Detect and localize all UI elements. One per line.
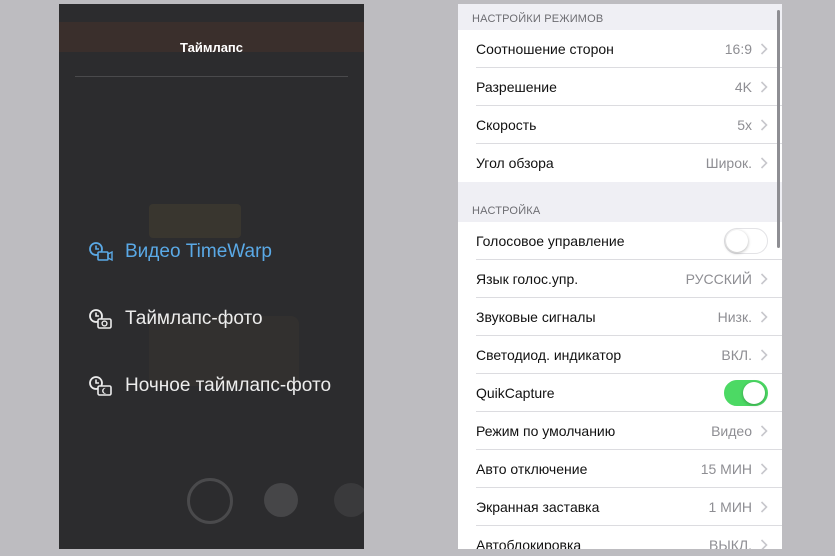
chevron-right-icon [760, 425, 768, 437]
chevron-right-icon [760, 43, 768, 55]
setting-led[interactable]: Светодиод. индикатор ВКЛ. [458, 336, 782, 374]
quikcapture-toggle[interactable] [724, 380, 768, 406]
setting-label: Светодиод. индикатор [476, 347, 622, 363]
scrollbar[interactable] [777, 10, 780, 248]
setting-value: 5x [737, 117, 752, 133]
setting-speed[interactable]: Скорость 5x [458, 106, 782, 144]
setting-value: Видео [711, 423, 752, 439]
setting-label: Режим по умолчанию [476, 423, 616, 439]
setting-label: Скорость [476, 117, 537, 133]
setting-screensaver[interactable]: Экранная заставка 1 МИН [458, 488, 782, 526]
chevron-right-icon [760, 81, 768, 93]
blurred-background-logo [149, 204, 241, 238]
mode-item-timelapse-photo[interactable]: Таймлапс-фото [87, 304, 263, 334]
setting-beeps[interactable]: Звуковые сигналы Низк. [458, 298, 782, 336]
timelapse-mode-menu: Таймлапс Видео TimeWarp Таймлапс-фото Но… [59, 4, 364, 549]
mode-label: Таймлапс-фото [125, 308, 263, 329]
setting-label: Разрешение [476, 79, 557, 95]
setting-value: ВЫКЛ. [709, 537, 752, 549]
setting-auto-off[interactable]: Авто отключение 15 МИН [458, 450, 782, 488]
setting-auto-lock[interactable]: Автоблокировка ВЫКЛ. [458, 526, 782, 549]
toggle-knob [743, 381, 765, 404]
setting-field-of-view[interactable]: Угол обзора Широк. [458, 144, 782, 182]
setting-value: 16:9 [724, 41, 752, 57]
chevron-right-icon [760, 463, 768, 475]
setting-resolution[interactable]: Разрешение 4K [458, 68, 782, 106]
mode-item-night-timelapse-photo[interactable]: Ночное таймлапс-фото [87, 371, 331, 401]
setting-label: Автоблокировка [476, 537, 582, 549]
setting-value: Широк. [705, 155, 752, 171]
setting-label: Язык голос.упр. [476, 271, 579, 287]
divider [75, 76, 348, 77]
setting-voice-control: Голосовое управление [458, 222, 782, 260]
setting-value: Низк. [717, 309, 752, 325]
menu-title: Таймлапс [179, 40, 244, 55]
setting-label: QuikCapture [476, 385, 555, 401]
setting-aspect-ratio[interactable]: Соотношение сторон 16:9 [458, 30, 782, 68]
setting-value: 4K [734, 79, 752, 95]
setting-label: Звуковые сигналы [476, 309, 596, 325]
setting-label: Соотношение сторон [476, 41, 614, 57]
toggle-knob [725, 229, 748, 252]
setting-value: РУССКИЙ [685, 271, 752, 287]
mode-switch-button[interactable] [264, 483, 298, 517]
chevron-right-icon [760, 157, 768, 169]
setup-group: Голосовое управление Язык голос.упр. РУС… [458, 222, 782, 549]
mode-settings-group: Соотношение сторон 16:9 Разрешение 4K Ск… [458, 30, 782, 182]
setting-default-mode[interactable]: Режим по умолчанию Видео [458, 412, 782, 450]
chevron-right-icon [760, 501, 768, 513]
setting-value: 15 МИН [700, 461, 752, 477]
setting-label: Угол обзора [476, 155, 554, 171]
mode-item-timewarp-video[interactable]: Видео TimeWarp [87, 237, 272, 267]
setting-quikcapture: QuikCapture [458, 374, 782, 412]
voice-control-toggle[interactable] [724, 228, 768, 254]
timelapse-photo-icon [89, 309, 112, 329]
timewarp-video-icon [89, 242, 113, 262]
setting-value: 1 МИН [708, 499, 752, 515]
setting-voice-language[interactable]: Язык голос.упр. РУССКИЙ [458, 260, 782, 298]
setting-label: Голосовое управление [476, 233, 625, 249]
chevron-right-icon [760, 539, 768, 549]
night-timelapse-photo-icon [89, 376, 112, 396]
chevron-right-icon [760, 119, 768, 131]
shutter-button[interactable] [187, 478, 233, 524]
setting-label: Авто отключение [476, 461, 588, 477]
section-header-setup: НАСТРОЙКА [472, 205, 541, 217]
chevron-right-icon [760, 349, 768, 361]
chevron-right-icon [760, 311, 768, 323]
mode-label: Видео TimeWarp [125, 241, 272, 262]
setting-value: ВКЛ. [721, 347, 752, 363]
chevron-right-icon [760, 273, 768, 285]
setting-label: Экранная заставка [476, 499, 600, 515]
mode-label: Ночное таймлапс-фото [125, 375, 332, 396]
settings-button[interactable] [334, 483, 364, 517]
section-header-mode-settings: НАСТРОЙКИ РЕЖИМОВ [472, 13, 604, 25]
camera-settings-screen: НАСТРОЙКИ РЕЖИМОВ Соотношение сторон 16:… [458, 4, 782, 549]
